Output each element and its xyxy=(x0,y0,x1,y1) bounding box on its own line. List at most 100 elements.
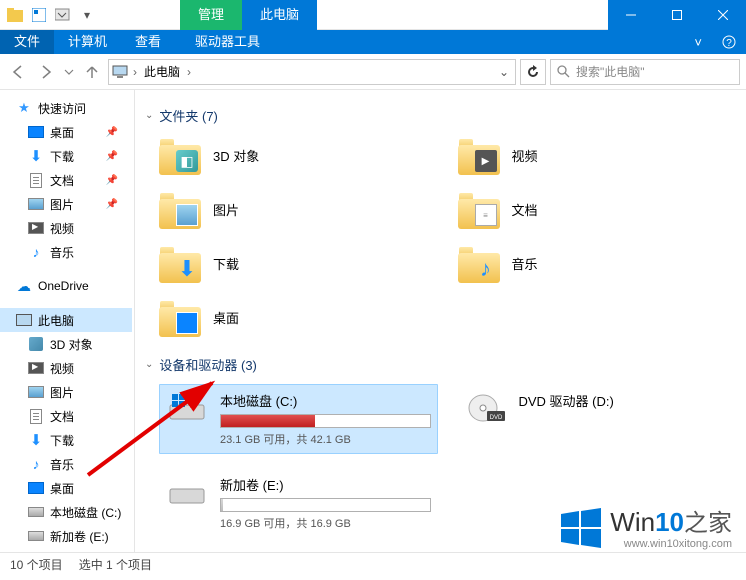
recent-locations-button[interactable] xyxy=(62,60,76,84)
music-icon: ♪ xyxy=(28,456,44,472)
titlebar: ▾ 管理 此电脑 xyxy=(0,0,746,30)
folder-music[interactable]: ♪ 音乐 xyxy=(458,243,737,283)
onedrive-icon: ☁ xyxy=(16,278,32,294)
sidebar-label: OneDrive xyxy=(38,279,89,293)
sidebar-label: 文档 xyxy=(50,408,74,425)
sidebar-new-volume-e[interactable]: 新加卷 (E:) xyxy=(0,524,132,548)
downloads-icon: ⬇ xyxy=(28,432,44,448)
folder-icon: ♪ xyxy=(458,243,500,283)
back-button[interactable] xyxy=(6,60,30,84)
main-area: ★ 快速访问 桌面 📌 ⬇ 下载 📌 文档 📌 图片 📌 xyxy=(0,90,746,552)
maximize-button[interactable] xyxy=(654,0,700,30)
sidebar-local-disk-c[interactable]: 本地磁盘 (C:) xyxy=(0,500,132,524)
breadcrumb-separator-icon[interactable]: › xyxy=(133,65,137,79)
section-title: 设备和驱动器 (3) xyxy=(159,355,257,374)
search-icon xyxy=(557,65,570,78)
quick-access-icon: ★ xyxy=(16,100,32,116)
status-bar: 10 个项目 选中 1 个项目 xyxy=(0,552,746,576)
search-input[interactable]: 搜索"此电脑" xyxy=(550,59,740,85)
ribbon-drive-tools-tab[interactable]: 驱动器工具 xyxy=(181,30,274,54)
drive-icon xyxy=(166,391,208,425)
folder-icon: ⬇ xyxy=(159,243,201,283)
qat-properties-icon[interactable] xyxy=(28,4,50,26)
window-controls xyxy=(608,0,746,30)
folder-desktop[interactable]: 桌面 xyxy=(159,297,438,337)
sidebar-quick-access[interactable]: ★ 快速访问 xyxy=(0,96,132,120)
folder-pictures[interactable]: 图片 xyxy=(159,189,438,229)
sidebar-documents[interactable]: 文档 📌 xyxy=(0,168,132,192)
sidebar-desktop-2[interactable]: 桌面 xyxy=(0,476,132,500)
desktop-icon xyxy=(28,124,44,140)
address-bar[interactable]: › 此电脑 › ⌄ xyxy=(108,59,516,85)
sidebar-pictures-2[interactable]: 图片 xyxy=(0,380,132,404)
drive-usage-bar xyxy=(220,414,431,428)
drive-dvd-d[interactable]: DVD DVD 驱动器 (D:) xyxy=(458,384,737,454)
sidebar-label: 音乐 xyxy=(50,456,74,473)
folder-label: 视频 xyxy=(512,146,538,165)
sidebar-onedrive[interactable]: ☁ OneDrive xyxy=(0,274,132,298)
content-pane[interactable]: ⌄ 文件夹 (7) ◧ 3D 对象 ▶ 视频 图片 ≡ 文档 ⬇ 下载 xyxy=(135,90,746,552)
collapse-chevron-icon[interactable]: ⌄ xyxy=(145,359,153,370)
forward-button[interactable] xyxy=(34,60,58,84)
ribbon-file-tab[interactable]: 文件 xyxy=(0,30,54,54)
folders-section-header[interactable]: ⌄ 文件夹 (7) xyxy=(145,106,736,125)
sidebar-downloads[interactable]: ⬇ 下载 📌 xyxy=(0,144,132,168)
ribbon-collapse-icon[interactable]: ˅ xyxy=(684,35,712,50)
pictures-icon xyxy=(28,196,44,212)
videos-icon xyxy=(28,360,44,376)
3d-objects-icon xyxy=(28,336,44,352)
up-button[interactable] xyxy=(80,60,104,84)
folder-3d-objects[interactable]: ◧ 3D 对象 xyxy=(159,135,438,175)
drive-new-volume-e[interactable]: 新加卷 (E:) 16.9 GB 可用，共 16.9 GB xyxy=(159,468,438,538)
drive-usage-bar xyxy=(220,498,431,512)
folder-icon xyxy=(159,189,201,229)
sidebar-label: 下载 xyxy=(50,148,74,165)
qat-dropdown-icon[interactable] xyxy=(52,4,74,26)
desktop-icon xyxy=(28,480,44,496)
help-icon[interactable]: ? xyxy=(712,35,746,49)
ribbon-computer-tab[interactable]: 计算机 xyxy=(54,30,121,54)
sidebar-this-pc[interactable]: 此电脑 xyxy=(0,308,132,332)
hdd-icon xyxy=(28,528,44,544)
sidebar-3d-objects[interactable]: 3D 对象 xyxy=(0,332,132,356)
qat-overflow-icon[interactable]: ▾ xyxy=(76,4,98,26)
ribbon-context-label: 管理 xyxy=(180,0,242,30)
sidebar-downloads-2[interactable]: ⬇ 下载 xyxy=(0,428,132,452)
sidebar-label: 此电脑 xyxy=(38,312,74,329)
collapse-chevron-icon[interactable]: ⌄ xyxy=(145,110,153,121)
drive-title: 本地磁盘 (C:) xyxy=(220,391,431,410)
sidebar-documents-2[interactable]: 文档 xyxy=(0,404,132,428)
drives-section-header[interactable]: ⌄ 设备和驱动器 (3) xyxy=(145,355,736,374)
search-placeholder: 搜索"此电脑" xyxy=(576,63,645,80)
sidebar-music[interactable]: ♪ 音乐 xyxy=(0,240,132,264)
status-selected-count: 选中 1 个项目 xyxy=(79,556,152,573)
sidebar-videos[interactable]: 视频 xyxy=(0,216,132,240)
sidebar-music-2[interactable]: ♪ 音乐 xyxy=(0,452,132,476)
drive-icon xyxy=(166,475,208,509)
sidebar-desktop[interactable]: 桌面 📌 xyxy=(0,120,132,144)
sidebar-videos-2[interactable]: 视频 xyxy=(0,356,132,380)
sidebar-label: 视频 xyxy=(50,360,74,377)
breadcrumb-this-pc[interactable]: 此电脑 xyxy=(141,63,183,80)
folder-label: 音乐 xyxy=(512,254,538,273)
folder-documents[interactable]: ≡ 文档 xyxy=(458,189,737,229)
folders-grid: ◧ 3D 对象 ▶ 视频 图片 ≡ 文档 ⬇ 下载 ♪ 音乐 xyxy=(145,135,736,337)
explorer-app-icon xyxy=(4,4,26,26)
sidebar-label: 音乐 xyxy=(50,244,74,261)
sidebar-label: 桌面 xyxy=(50,480,74,497)
dvd-drive-icon: DVD xyxy=(465,391,507,425)
refresh-button[interactable] xyxy=(520,59,546,85)
address-dropdown-icon[interactable]: ⌄ xyxy=(493,65,515,79)
close-button[interactable] xyxy=(700,0,746,30)
sidebar-pictures[interactable]: 图片 📌 xyxy=(0,192,132,216)
drive-local-c[interactable]: 本地磁盘 (C:) 23.1 GB 可用，共 42.1 GB xyxy=(159,384,438,454)
breadcrumb-separator-icon[interactable]: › xyxy=(187,65,191,79)
pin-icon: 📌 xyxy=(106,199,118,210)
ribbon-view-tab[interactable]: 查看 xyxy=(121,30,175,54)
folder-downloads[interactable]: ⬇ 下载 xyxy=(159,243,438,283)
pictures-icon xyxy=(28,384,44,400)
folder-videos[interactable]: ▶ 视频 xyxy=(458,135,737,175)
sidebar-label: 桌面 xyxy=(50,124,74,141)
minimize-button[interactable] xyxy=(608,0,654,30)
sidebar-label: 新加卷 (E:) xyxy=(50,528,109,545)
